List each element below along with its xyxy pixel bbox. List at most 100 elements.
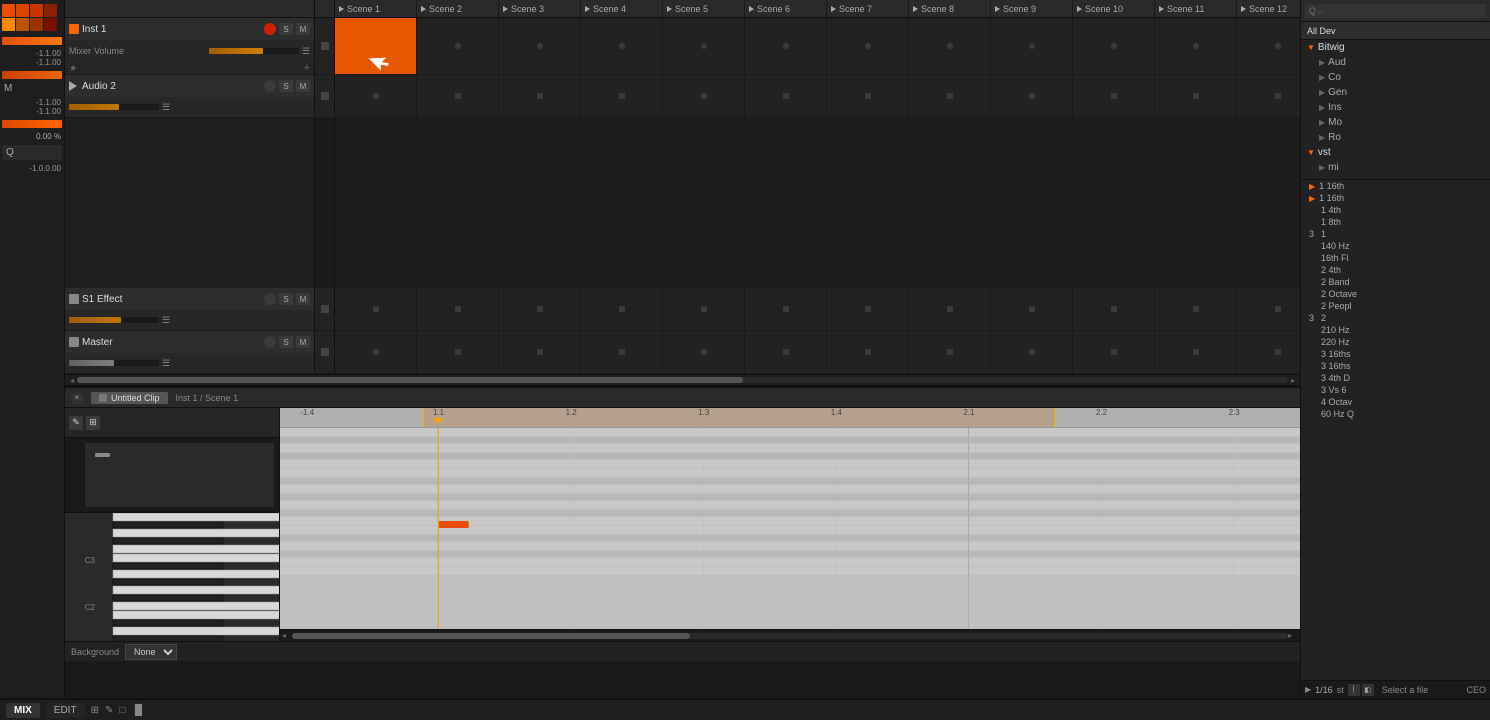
q-item-12[interactable]: 3 2 bbox=[1301, 312, 1490, 324]
master-scene12[interactable] bbox=[1237, 331, 1300, 373]
pr-select-btn[interactable]: ⊞ bbox=[86, 416, 100, 430]
inst1-star[interactable]: ★ bbox=[69, 63, 77, 74]
effect-s-btn[interactable]: S bbox=[279, 293, 293, 305]
effect-stop-col[interactable] bbox=[315, 288, 335, 330]
color-swatch-4[interactable] bbox=[44, 4, 57, 17]
tree-item-bitwig[interactable]: ▼ Bitwig bbox=[1301, 40, 1490, 55]
master-scene3[interactable] bbox=[499, 331, 581, 373]
tr-btn-1[interactable]: | bbox=[1348, 684, 1360, 696]
effect-scene9[interactable] bbox=[991, 288, 1073, 330]
scene-header-cell-6[interactable]: Scene 6 bbox=[745, 0, 827, 17]
tb-icon-4[interactable]: ▐▌ bbox=[131, 705, 145, 716]
effect-scene1[interactable] bbox=[335, 288, 417, 330]
q-item-5[interactable]: 3 1 bbox=[1301, 228, 1490, 240]
inst1-menu-icon[interactable]: ☰ bbox=[302, 46, 310, 57]
scene-header-cell-8[interactable]: Scene 8 bbox=[909, 0, 991, 17]
scrollbar-track[interactable] bbox=[77, 377, 1288, 383]
audio2-scene9-cell[interactable] bbox=[991, 75, 1073, 117]
master-stop-col[interactable] bbox=[315, 331, 335, 373]
tree-item-audio[interactable]: ▶ Aud bbox=[1301, 55, 1490, 70]
effect-scene5[interactable] bbox=[663, 288, 745, 330]
inst1-scene9-cell[interactable] bbox=[991, 18, 1073, 74]
master-scene2[interactable] bbox=[417, 331, 499, 373]
effect-scene6[interactable] bbox=[745, 288, 827, 330]
master-scene9[interactable] bbox=[991, 331, 1073, 373]
q-item-6[interactable]: 140 Hz bbox=[1301, 240, 1490, 252]
q-item-8[interactable]: 2 4th bbox=[1301, 264, 1490, 276]
inst1-stop-col[interactable] bbox=[315, 18, 335, 74]
effect-m-btn[interactable]: M bbox=[296, 293, 310, 305]
scene-header-cell-10[interactable]: Scene 10 bbox=[1073, 0, 1155, 17]
master-scene6[interactable] bbox=[745, 331, 827, 373]
tb-icon-1[interactable]: ⊞ bbox=[91, 705, 99, 716]
pr-grid-body[interactable] bbox=[280, 428, 1300, 629]
scroll-left-arrow[interactable]: ◂ bbox=[67, 376, 77, 385]
audio2-s-btn[interactable]: S bbox=[279, 80, 293, 92]
effect-arm-btn[interactable] bbox=[264, 293, 276, 305]
tree-item-ins[interactable]: ▶ Ins bbox=[1301, 100, 1490, 115]
effect-scene8[interactable] bbox=[909, 288, 991, 330]
all-devices-tab[interactable]: All Dev bbox=[1301, 22, 1490, 40]
pr-scrollbar-track[interactable] bbox=[292, 633, 1288, 639]
edit-btn[interactable]: EDIT bbox=[46, 703, 85, 718]
color-swatch-7[interactable] bbox=[30, 18, 43, 31]
inst1-scene6-cell[interactable] bbox=[745, 18, 827, 74]
audio2-scene6-cell[interactable] bbox=[745, 75, 827, 117]
q-knob[interactable]: Q bbox=[2, 145, 62, 160]
effect-scene11[interactable] bbox=[1155, 288, 1237, 330]
q-item-20[interactable]: 60 Hz Q bbox=[1301, 408, 1490, 420]
q-item-9[interactable]: 2 Band bbox=[1301, 276, 1490, 288]
scene-header-cell-1[interactable]: Scene 1 bbox=[335, 0, 417, 17]
inst1-arm-btn[interactable] bbox=[264, 23, 276, 35]
audio2-scene5-cell[interactable] bbox=[663, 75, 745, 117]
tree-item-ro[interactable]: ▶ Ro bbox=[1301, 130, 1490, 145]
audio2-scene11-cell[interactable] bbox=[1155, 75, 1237, 117]
inst1-scene11-cell[interactable] bbox=[1155, 18, 1237, 74]
effect-scene12[interactable] bbox=[1237, 288, 1300, 330]
effect-vol-slider[interactable] bbox=[69, 317, 159, 323]
audio2-vol-slider[interactable] bbox=[69, 104, 159, 110]
effect-scene2[interactable] bbox=[417, 288, 499, 330]
color-swatch-5[interactable] bbox=[2, 18, 15, 31]
inst1-scene12-cell[interactable] bbox=[1237, 18, 1300, 74]
color-swatch-6[interactable] bbox=[16, 18, 29, 31]
tree-item-mi[interactable]: ▶ mi bbox=[1301, 160, 1490, 175]
clip-name-badge[interactable]: Untitled Clip bbox=[91, 392, 168, 404]
pr-pencil-btn[interactable]: ✎ bbox=[69, 416, 83, 430]
inst1-m-btn[interactable]: M bbox=[296, 23, 310, 35]
master-scene8[interactable] bbox=[909, 331, 991, 373]
audio2-scene8-cell[interactable] bbox=[909, 75, 991, 117]
scene-header-cell-12[interactable]: Scene 12 bbox=[1237, 0, 1300, 17]
scene-header-cell-11[interactable]: Scene 11 bbox=[1155, 0, 1237, 17]
inst1-scene4-cell[interactable] bbox=[581, 18, 663, 74]
audio2-scene10-cell[interactable] bbox=[1073, 75, 1155, 117]
pr-scroll-right[interactable]: ▸ bbox=[1288, 631, 1298, 640]
q-item-11[interactable]: 2 Peopl bbox=[1301, 300, 1490, 312]
inst1-scene5-cell[interactable] bbox=[663, 18, 745, 74]
q-item-17[interactable]: 3 4th D bbox=[1301, 372, 1490, 384]
tb-icon-3[interactable]: □ bbox=[119, 705, 125, 716]
master-scene7[interactable] bbox=[827, 331, 909, 373]
inst1-scene8-cell[interactable] bbox=[909, 18, 991, 74]
q-item-18[interactable]: 3 Vs 6 bbox=[1301, 384, 1490, 396]
color-swatch-1[interactable] bbox=[2, 4, 15, 17]
horizontal-scrollbar[interactable]: ◂ ▸ bbox=[65, 374, 1300, 386]
effect-scene4[interactable] bbox=[581, 288, 663, 330]
audio2-m-btn[interactable]: M bbox=[296, 80, 310, 92]
pr-scroll-left[interactable]: ◂ bbox=[282, 631, 292, 640]
audio2-scene12-cell[interactable] bbox=[1237, 75, 1300, 117]
inst1-scene2-cell[interactable] bbox=[417, 18, 499, 74]
tree-item-ge[interactable]: ▶ Gen bbox=[1301, 85, 1490, 100]
piano-keys[interactable]: C2 C3 bbox=[65, 513, 279, 641]
bg-selector[interactable]: None bbox=[125, 644, 177, 660]
q-item-3[interactable]: 1 4th bbox=[1301, 204, 1490, 216]
tb-icon-2[interactable]: ✎ bbox=[105, 705, 113, 716]
audio2-scene7-cell[interactable] bbox=[827, 75, 909, 117]
master-scene5[interactable] bbox=[663, 331, 745, 373]
inst1-scene7-cell[interactable] bbox=[827, 18, 909, 74]
master-scene10[interactable] bbox=[1073, 331, 1155, 373]
audio2-scene4-cell[interactable] bbox=[581, 75, 663, 117]
q-item-1[interactable]: ▶ 1 16th bbox=[1301, 180, 1490, 192]
audio2-scene2-cell[interactable] bbox=[417, 75, 499, 117]
tree-item-vst[interactable]: ▼ vst bbox=[1301, 145, 1490, 160]
